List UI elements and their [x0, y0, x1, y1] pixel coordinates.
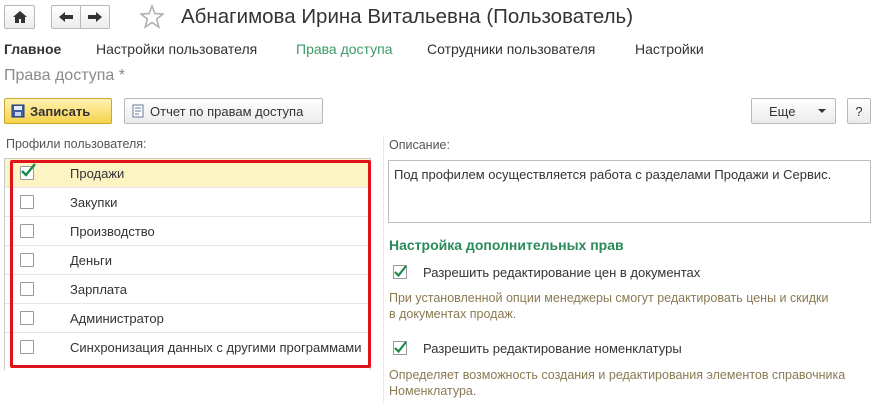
tab-settings[interactable]: Настройки	[635, 41, 704, 57]
option-hint-line: Номенклатура.	[389, 384, 477, 398]
option-label: Разрешить редактирование цен в документа…	[423, 265, 701, 280]
option-hint: Определяет возможность создания и редакт…	[389, 367, 869, 399]
page-title: Права доступа *	[4, 67, 125, 84]
highlight-frame	[10, 160, 371, 368]
help-button[interactable]: ?	[847, 98, 871, 124]
tab-user-employees[interactable]: Сотрудники пользователя	[427, 41, 595, 57]
home-icon	[12, 11, 27, 23]
home-button[interactable]	[4, 5, 35, 29]
more-menu-button[interactable]: Еще	[751, 98, 836, 124]
chevron-down-icon	[818, 109, 827, 113]
title-bar: Абнагимова Ирина Витальевна (Пользовател…	[0, 0, 875, 38]
option-hint-line: Определяет возможность создания и редакт…	[389, 368, 846, 382]
checkmark-icon[interactable]	[393, 341, 407, 355]
access-report-button[interactable]: Отчет по правам доступа	[124, 98, 323, 124]
arrow-left-icon	[59, 12, 73, 22]
description-field[interactable]: Под профилем осуществляется работа с раз…	[388, 160, 871, 223]
arrow-right-icon	[88, 12, 102, 22]
option-hint: При установленной опции менеджеры смогут…	[389, 290, 869, 322]
option-label: Разрешить редактирование номенклатуры	[423, 341, 682, 356]
save-button-label: Записать	[30, 103, 91, 119]
tab-access-rights[interactable]: Права доступа	[296, 41, 392, 57]
save-button[interactable]: Записать	[4, 98, 112, 124]
more-menu-label: Еще	[769, 103, 796, 119]
forward-button[interactable]	[80, 5, 110, 29]
description-label: Описание:	[389, 138, 450, 152]
option-hint-line: При установленной опции менеджеры смогут…	[389, 291, 829, 305]
extra-rights-title: Настройка дополнительных прав	[389, 237, 624, 253]
profiles-label: Профили пользователя:	[6, 137, 147, 151]
report-icon	[132, 104, 144, 118]
panel-divider	[383, 137, 384, 402]
tab-user-settings[interactable]: Настройки пользователя	[96, 41, 257, 57]
access-report-label: Отчет по правам доступа	[150, 103, 304, 119]
favorite-star-icon[interactable]	[140, 4, 164, 30]
option-hint-line: в документах продаж.	[389, 307, 517, 321]
save-icon	[11, 104, 25, 118]
checkmark-icon[interactable]	[393, 265, 407, 279]
tab-main[interactable]: Главное	[4, 41, 61, 57]
window-title: Абнагимова Ирина Витальевна (Пользовател…	[181, 5, 634, 28]
back-button[interactable]	[51, 5, 81, 29]
